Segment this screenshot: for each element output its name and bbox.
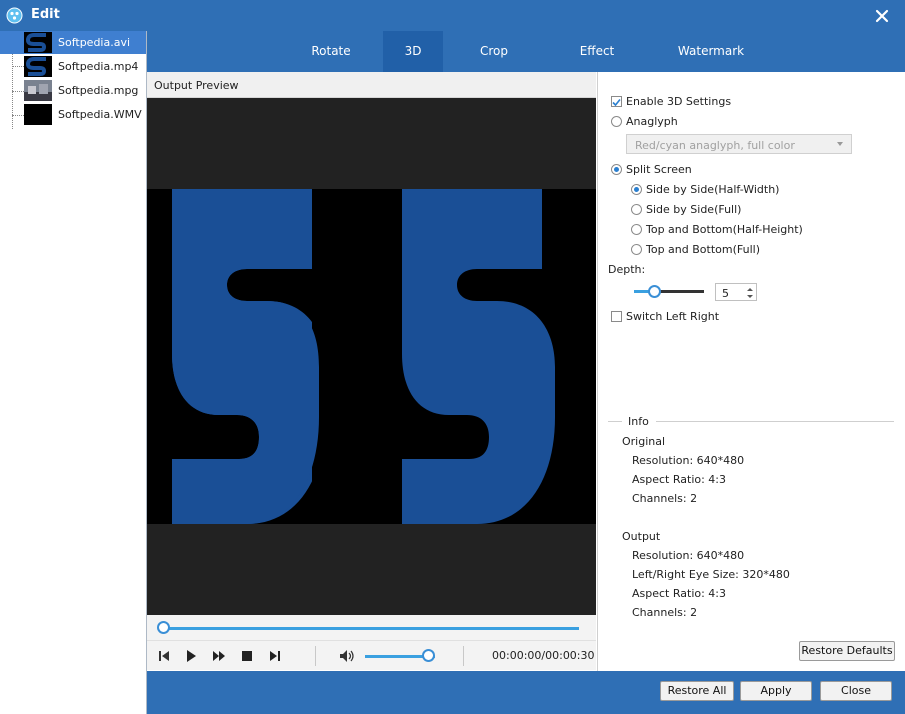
info-title: Info (628, 415, 649, 428)
next-icon[interactable] (268, 649, 282, 663)
file-name: Softpedia.mp4 (58, 60, 139, 73)
anaglyph-dropdown-value: Red/cyan anaglyph, full color (635, 139, 795, 152)
file-item-wmv[interactable]: Softpedia.WMV (0, 103, 146, 126)
preview-title: Output Preview (154, 79, 239, 92)
side-by-side-full-label: Side by Side(Full) (646, 203, 742, 216)
file-name: Softpedia.avi (58, 36, 131, 49)
volume-handle[interactable] (422, 649, 435, 662)
preview-header: Output Preview (147, 72, 596, 98)
tab-effect[interactable]: Effect (565, 31, 629, 72)
app-icon (6, 7, 23, 24)
tab-watermark[interactable]: Watermark (669, 31, 753, 72)
s-logo-thumbnail (25, 33, 47, 52)
depth-slider-handle[interactable] (648, 285, 661, 298)
split-screen-radio[interactable] (611, 164, 622, 175)
apply-button[interactable]: Apply (740, 681, 812, 701)
previous-icon[interactable] (157, 649, 171, 663)
original-resolution: Resolution: 640*480 (632, 454, 745, 467)
info-divider (656, 421, 894, 422)
photo-thumbnail (24, 80, 52, 101)
split-screen-label: Split Screen (626, 163, 692, 176)
file-thumbnail (24, 80, 52, 101)
anaglyph-radio[interactable] (611, 116, 622, 127)
original-channels: Channels: 2 (632, 492, 698, 505)
anaglyph-dropdown[interactable]: Red/cyan anaglyph, full color (626, 134, 852, 154)
depth-label: Depth: (608, 263, 646, 276)
tab-rotate[interactable]: Rotate (297, 31, 365, 72)
file-name: Softpedia.WMV (58, 108, 142, 121)
file-item-mpg[interactable]: Softpedia.mpg (0, 79, 146, 102)
switch-left-right-label: Switch Left Right (626, 310, 720, 323)
info-divider (608, 421, 622, 422)
s-logo-thumbnail (25, 57, 47, 76)
restore-defaults-button[interactable]: Restore Defaults (799, 641, 895, 661)
close-button[interactable]: Close (820, 681, 892, 701)
title-bar: Edit (0, 0, 905, 31)
enable-3d-label: Enable 3D Settings (626, 95, 732, 108)
separator (463, 646, 464, 666)
fast-forward-icon[interactable] (212, 649, 226, 663)
window-title: Edit (31, 7, 60, 22)
top-bottom-half-label: Top and Bottom(Half-Height) (646, 223, 803, 236)
original-aspect-ratio: Aspect Ratio: 4:3 (632, 473, 727, 486)
switch-left-right-checkbox[interactable] (611, 311, 622, 322)
depth-spinner[interactable]: 5 (715, 283, 757, 301)
play-icon[interactable] (184, 649, 198, 663)
bottom-bar: Restore All Apply Close (147, 671, 905, 714)
stop-icon[interactable] (240, 649, 254, 663)
settings-panel: Enable 3D Settings Anaglyph Red/cyan ana… (597, 72, 905, 671)
seek-track[interactable] (163, 627, 579, 630)
checkmark-icon (612, 98, 621, 107)
anaglyph-label: Anaglyph (626, 115, 678, 128)
original-heading: Original (622, 435, 666, 448)
output-channels: Channels: 2 (632, 606, 698, 619)
tab-3d[interactable]: 3D (383, 31, 443, 72)
top-bottom-full-label: Top and Bottom(Full) (646, 243, 760, 256)
close-icon[interactable] (872, 6, 892, 26)
video-frame (147, 189, 596, 524)
tab-bar: Rotate 3D Crop Effect Watermark (147, 31, 905, 72)
output-resolution: Resolution: 640*480 (632, 549, 745, 562)
side-by-side-full-radio[interactable] (631, 204, 642, 215)
playback-controls: 00:00:00/00:00:30 (147, 640, 596, 670)
file-name: Softpedia.mpg (58, 84, 139, 97)
side-by-side-half-label: Side by Side(Half-Width) (646, 183, 780, 196)
video-preview (147, 98, 596, 615)
file-list: Softpedia.avi Softpedia.mp4 Softpedia.mp… (0, 31, 147, 714)
depth-value: 5 (722, 287, 729, 300)
separator (315, 646, 316, 666)
top-bottom-full-radio[interactable] (631, 244, 642, 255)
top-bottom-half-radio[interactable] (631, 224, 642, 235)
file-thumbnail (24, 56, 52, 77)
file-thumbnail (24, 104, 52, 125)
file-item-avi[interactable]: Softpedia.avi (0, 31, 146, 54)
output-eye-size: Left/Right Eye Size: 320*480 (632, 568, 790, 581)
enable-3d-checkbox[interactable] (611, 96, 622, 107)
chevron-down-icon (837, 142, 843, 146)
side-by-side-half-radio[interactable] (631, 184, 642, 195)
softpedia-3d-logo (172, 189, 555, 524)
file-thumbnail (24, 32, 52, 53)
spinner-up-icon[interactable] (746, 286, 754, 293)
file-item-mp4[interactable]: Softpedia.mp4 (0, 55, 146, 78)
seek-handle[interactable] (157, 621, 170, 634)
timecode: 00:00:00/00:00:30 (492, 649, 595, 662)
volume-icon[interactable] (339, 649, 355, 663)
output-heading: Output (622, 530, 661, 543)
output-aspect-ratio: Aspect Ratio: 4:3 (632, 587, 727, 600)
seek-bar[interactable] (147, 615, 596, 640)
spinner-down-icon[interactable] (746, 293, 754, 300)
tab-crop[interactable]: Crop (463, 31, 525, 72)
restore-all-button[interactable]: Restore All (660, 681, 734, 701)
